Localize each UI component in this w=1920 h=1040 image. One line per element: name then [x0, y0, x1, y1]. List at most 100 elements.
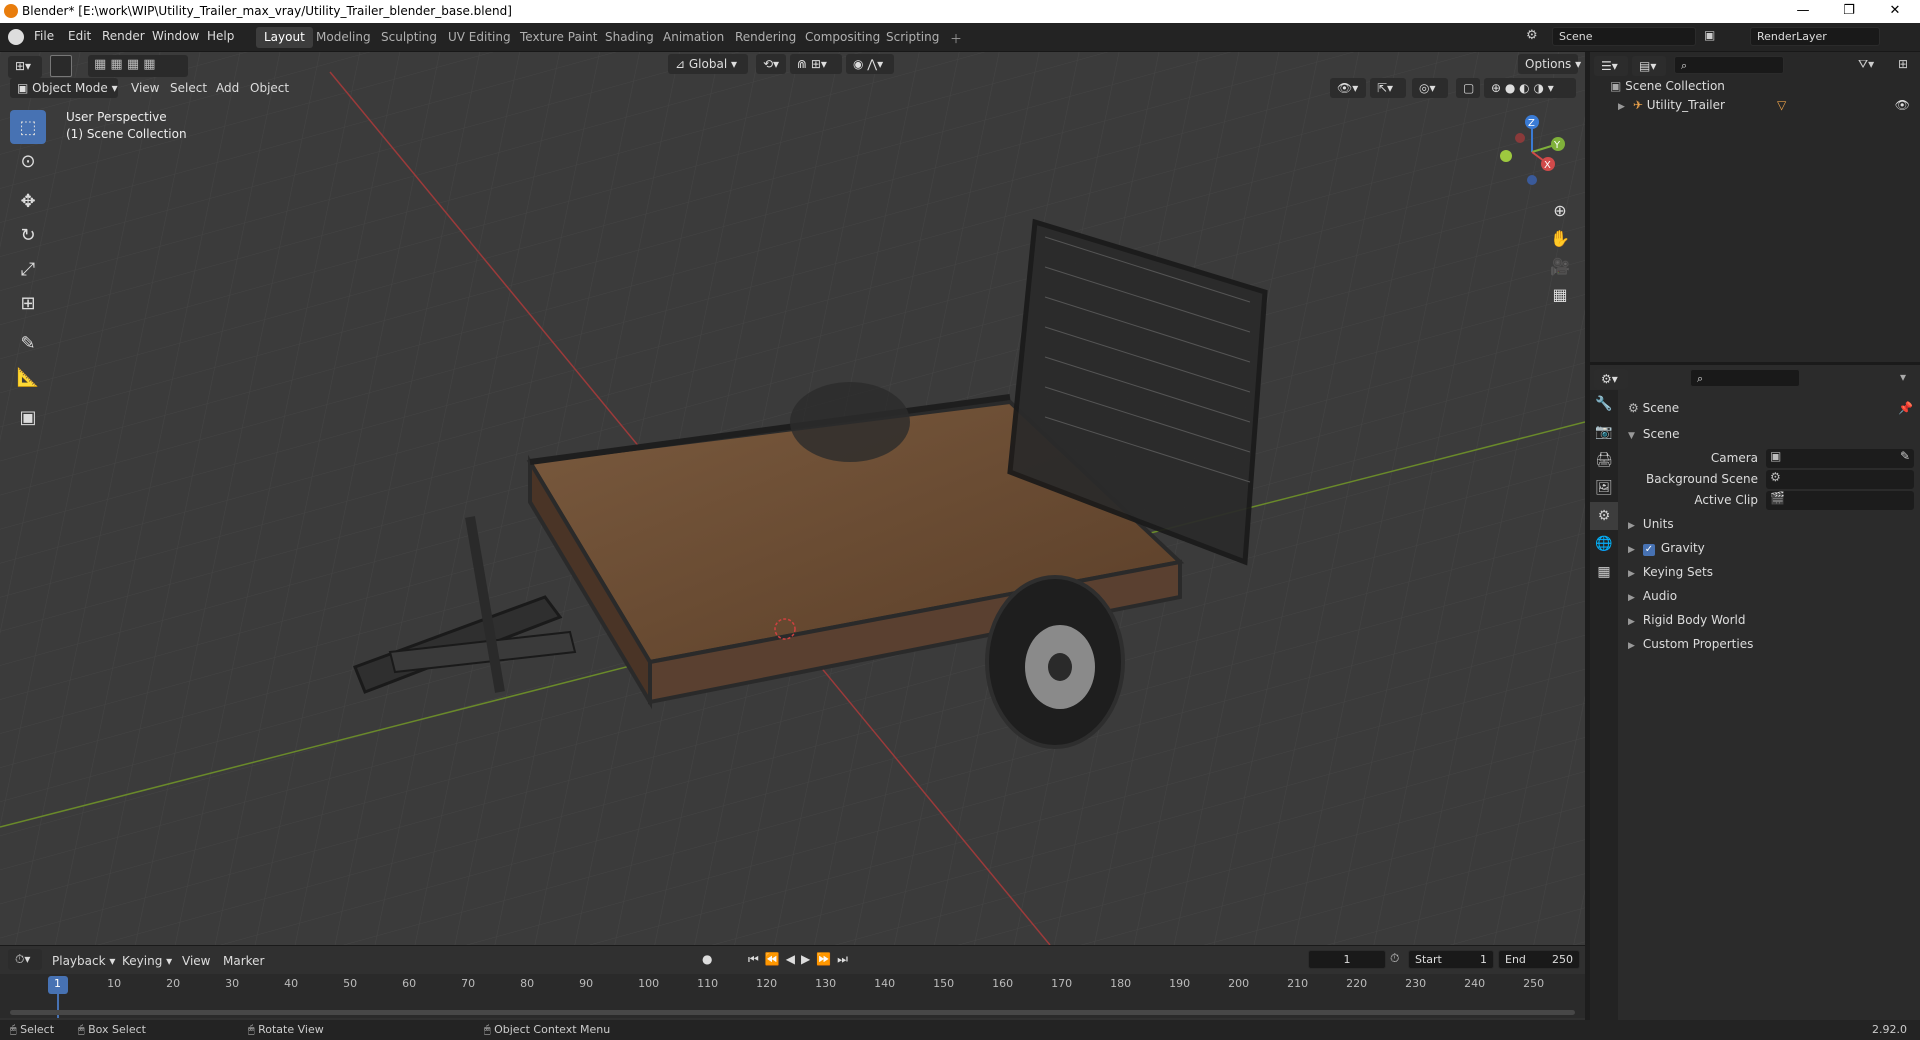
section-gravity[interactable]: ▶ ✓ Gravity — [1628, 541, 1705, 556]
outliner-item-utility-trailer[interactable]: ▶ ✈ Utility_Trailer ▽ 👁 — [1618, 98, 1918, 112]
select-tool-icon[interactable]: ⬚ — [10, 110, 46, 144]
section-units[interactable]: ▶ Units — [1628, 517, 1674, 531]
rotate-tool-icon[interactable]: ↻ — [10, 218, 46, 252]
output-tab-icon[interactable]: 🖨 — [1590, 446, 1618, 474]
section-keying-sets[interactable]: ▶ Keying Sets — [1628, 565, 1713, 579]
close-button[interactable]: ✕ — [1872, 0, 1918, 23]
measure-tool-icon[interactable]: 📐 — [10, 360, 46, 394]
overlays-icon[interactable]: ◎▾ — [1412, 78, 1448, 98]
blender-menu-icon[interactable] — [8, 29, 24, 45]
timeline-menu-keying[interactable]: Keying ▾ — [122, 954, 172, 968]
playback-controls[interactable]: ⏮⏪◀▶⏩⏭ — [748, 952, 854, 967]
active-clip-field[interactable]: 🎬 — [1766, 491, 1914, 510]
renderlayer-field[interactable]: RenderLayer — [1750, 27, 1880, 46]
timeline-menu-marker[interactable]: Marker — [223, 954, 264, 968]
snap-icon[interactable]: ⋒ ⊞▾ — [790, 54, 842, 74]
menu-edit[interactable]: Edit — [68, 29, 91, 43]
tab-uv-editing[interactable]: UV Editing — [440, 27, 519, 48]
camera-view-icon[interactable]: 🎥 — [1546, 252, 1574, 280]
add-cube-tool-icon[interactable]: ▣ — [10, 400, 46, 434]
view-layer-tab-icon[interactable]: 🖼 — [1590, 474, 1618, 502]
start-frame-field[interactable]: Start 1 — [1408, 950, 1494, 969]
scene-tab-icon[interactable]: ⚙ — [1590, 502, 1618, 530]
properties-search-input[interactable]: ⌕ — [1690, 369, 1800, 387]
orientation-dropdown[interactable]: ⊿ Global ▾ — [668, 54, 748, 74]
properties-editor-type-icon[interactable]: ⚙▾ — [1594, 369, 1628, 389]
section-custom-properties[interactable]: ▶ Custom Properties — [1628, 637, 1753, 651]
current-frame-field[interactable]: 1 — [1308, 950, 1386, 969]
zoom-icon[interactable]: ⊕ — [1546, 196, 1574, 224]
add-workspace-icon[interactable]: ＋ — [942, 27, 970, 48]
minimize-button[interactable]: — — [1780, 0, 1826, 23]
timeline-editor-type-icon[interactable]: ⏱▾ — [8, 949, 42, 970]
scale-tool-icon[interactable]: ⤢ — [10, 252, 46, 286]
visibility-eye-icon[interactable]: 👁 — [1895, 98, 1910, 112]
pin-icon[interactable]: 📌 — [1898, 401, 1913, 415]
select-box-mode-icon[interactable] — [50, 55, 72, 77]
scene-field[interactable]: Scene — [1552, 27, 1696, 46]
filter-icon[interactable]: ⛛▾ — [1858, 57, 1874, 72]
gizmo-toggle-icon[interactable]: ⇱▾ — [1370, 78, 1406, 98]
display-mode-icon[interactable]: ▤▾ — [1632, 56, 1666, 76]
pivot-icon[interactable]: ⟲▾ — [756, 54, 786, 74]
gravity-checkbox[interactable]: ✓ — [1642, 544, 1655, 556]
scene-browse-icon[interactable]: ⚙ — [1526, 28, 1538, 43]
scene-panel-header[interactable]: ▼ Scene — [1628, 427, 1680, 441]
end-frame-field[interactable]: End 250 — [1498, 950, 1580, 969]
tab-shading[interactable]: Shading — [597, 27, 662, 48]
menu-file[interactable]: File — [34, 29, 54, 43]
camera-field[interactable]: ▣ ✎ — [1766, 449, 1914, 468]
clock-icon[interactable]: ⏱ — [1390, 951, 1399, 966]
timeline-menu-view[interactable]: View — [182, 954, 210, 968]
timeline-menu-playback[interactable]: Playback ▾ — [52, 954, 115, 968]
move-tool-icon[interactable]: ✥ — [10, 184, 46, 218]
object-mode-dropdown[interactable]: ▣ Object Mode ▾ — [10, 78, 118, 98]
properties-options-icon[interactable]: ▾ — [1900, 370, 1906, 384]
cursor-tool-icon[interactable]: ⊙ — [10, 144, 46, 178]
tab-animation[interactable]: Animation — [655, 27, 732, 48]
menu-window[interactable]: Window — [152, 29, 199, 43]
tab-scripting[interactable]: Scripting — [878, 27, 947, 48]
record-icon[interactable]: ● — [702, 952, 712, 966]
outliner-root[interactable]: ▣ Scene Collection — [1610, 79, 1725, 93]
tab-modeling[interactable]: Modeling — [308, 27, 379, 48]
menu-help[interactable]: Help — [207, 29, 234, 43]
tab-rendering[interactable]: Rendering — [727, 27, 804, 48]
options-dropdown[interactable]: Options ▾ — [1518, 54, 1581, 74]
visibility-icon[interactable]: 👁▾ — [1330, 78, 1366, 98]
tab-layout[interactable]: Layout — [256, 27, 313, 48]
outliner-search-input[interactable]: ⌕ — [1674, 56, 1784, 74]
viewport-menu-select[interactable]: Select — [170, 81, 207, 95]
timeline-editor[interactable]: ⏱▾ Playback ▾ Keying ▾ View Marker ● ⏮⏪◀… — [0, 945, 1585, 1026]
tool-tab-icon[interactable]: 🔧 — [1590, 390, 1618, 418]
viewport-canvas[interactable] — [0, 52, 1585, 945]
tab-texture-paint[interactable]: Texture Paint — [512, 27, 605, 48]
ortho-grid-icon[interactable]: ▦ — [1546, 280, 1574, 308]
texture-tab-icon[interactable]: ▦ — [1590, 558, 1618, 586]
navigation-gizmo[interactable]: Z Y X — [1490, 112, 1570, 192]
annotate-tool-icon[interactable]: ✎ — [10, 326, 46, 360]
selection-mode-icons[interactable]: ▦ ▦ ▦ ▦ — [88, 55, 188, 77]
pan-hand-icon[interactable]: ✋ — [1546, 224, 1574, 252]
viewport-menu-object[interactable]: Object — [250, 81, 289, 95]
new-collection-icon[interactable]: ⊞ — [1898, 57, 1908, 71]
proportional-edit-icon[interactable]: ◉ ⋀▾ — [846, 54, 894, 74]
tab-sculpting[interactable]: Sculpting — [373, 27, 445, 48]
shading-mode-icons[interactable]: ⊕ ● ◐ ◑ ▾ — [1484, 78, 1576, 98]
restore-button[interactable]: ❐ — [1826, 0, 1872, 23]
renderlayer-browse-icon[interactable]: ▣ — [1704, 28, 1715, 42]
render-tab-icon[interactable]: 📷 — [1590, 418, 1618, 446]
background-scene-field[interactable]: ⚙ — [1766, 470, 1914, 489]
timeline-scrollbar[interactable] — [10, 1010, 1575, 1015]
section-audio[interactable]: ▶ Audio — [1628, 589, 1677, 603]
menu-render[interactable]: Render — [102, 29, 145, 43]
3d-viewport[interactable] — [0, 52, 1585, 945]
outliner-editor-type-icon[interactable]: ☰▾ — [1594, 56, 1628, 76]
section-rigid-body-world[interactable]: ▶ Rigid Body World — [1628, 613, 1745, 627]
viewport-menu-view[interactable]: View — [131, 81, 159, 95]
eyedropper-icon[interactable]: ✎ — [1900, 449, 1914, 463]
editor-type-button[interactable]: ⊞▾ — [8, 56, 42, 78]
tab-compositing[interactable]: Compositing — [797, 27, 888, 48]
viewport-menu-add[interactable]: Add — [216, 81, 239, 95]
world-tab-icon[interactable]: 🌐 — [1590, 530, 1618, 558]
